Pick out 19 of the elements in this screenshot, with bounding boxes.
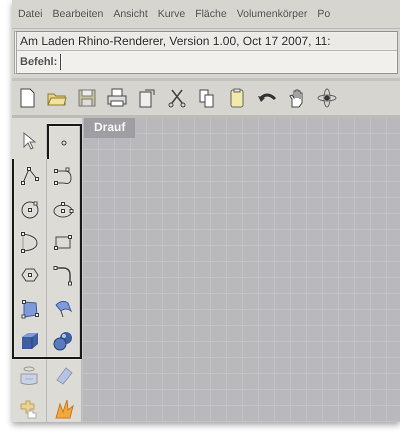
curve-icon[interactable] [52, 164, 74, 186]
menu-item[interactable]: Ansicht [113, 8, 148, 20]
fillet-icon[interactable] [52, 264, 74, 286]
menu-item[interactable]: Volumenkörper [236, 8, 308, 20]
menu-item[interactable]: Po [317, 8, 330, 20]
save-icon[interactable] [76, 87, 98, 109]
rotate-icon[interactable] [316, 87, 338, 109]
cut-icon[interactable] [166, 87, 188, 109]
printer-icon[interactable] [106, 87, 128, 109]
polyline-icon[interactable] [19, 164, 41, 186]
command-field[interactable]: Befehl: [17, 51, 397, 73]
menu-item[interactable]: Datei [18, 8, 43, 20]
menu-item[interactable]: Bearbeiten [52, 8, 104, 20]
spheres-icon[interactable] [52, 330, 74, 352]
text-cursor [60, 54, 62, 70]
viewport-title: Drauf [84, 118, 136, 138]
command-prompt: Befehl: [20, 56, 58, 68]
menu-item[interactable]: Kurve [158, 8, 186, 20]
menu-item[interactable]: Fläche [195, 8, 227, 20]
